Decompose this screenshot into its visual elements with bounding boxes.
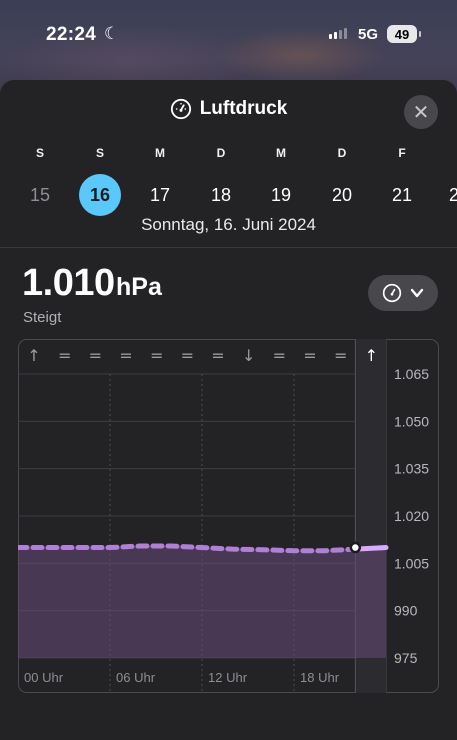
y-tick-label: 1.050	[394, 413, 429, 429]
trend-arrow: =	[150, 346, 163, 365]
day-letter: D	[216, 146, 226, 160]
pressure-trend: Steigt	[23, 309, 62, 326]
chart-mode-button[interactable]	[368, 275, 438, 311]
sheet-title: Luftdruck	[199, 98, 288, 119]
moon-icon: ☾	[104, 24, 120, 43]
day-letter: F	[398, 146, 406, 160]
network-label: 5G	[358, 26, 379, 43]
day-item[interactable]: F 21	[380, 146, 424, 216]
day-number: 17	[149, 185, 171, 205]
day-item[interactable]: M 17	[138, 146, 182, 216]
status-bar: 22:24 ☾ 5G 49	[0, 0, 457, 70]
pressure-value: 1.010	[22, 262, 115, 304]
pressure-chart[interactable]: 1.065 1.050 1.035 1.020 1.005 990 975 00 Uhr 06 …	[18, 339, 439, 693]
day-item[interactable]: S 16	[78, 146, 122, 216]
day-number: 20	[331, 185, 353, 205]
trend-arrow: =	[89, 346, 102, 365]
gauge-icon	[170, 98, 191, 120]
trend-arrow: =	[273, 346, 286, 365]
day-item[interactable]: M 19	[259, 146, 303, 216]
trend-arrow: =	[334, 346, 347, 365]
x-tick-label: 12 Uhr	[208, 670, 248, 685]
trend-arrow: =	[119, 346, 132, 365]
battery-indicator: 49	[387, 25, 421, 43]
x-tick-label: 00 Uhr	[24, 670, 64, 685]
day-item[interactable]: D 18	[199, 146, 243, 216]
y-tick-label: 1.035	[394, 461, 429, 477]
trend-arrow: =	[181, 346, 194, 365]
day-letter: M	[276, 146, 286, 160]
day-number: 21	[391, 185, 413, 205]
trend-arrow: ↑	[365, 346, 378, 365]
day-number: 16	[79, 174, 121, 216]
x-tick-label: 18 Uhr	[300, 670, 340, 685]
y-tick-label: 990	[394, 603, 418, 619]
trend-arrow: ↓	[242, 346, 255, 365]
trend-arrow: =	[211, 346, 224, 365]
day-item[interactable]: S 15	[18, 146, 62, 216]
x-tick-label: 06 Uhr	[116, 670, 156, 685]
signal-icon	[329, 28, 347, 39]
divider	[0, 247, 457, 248]
current-point	[349, 541, 362, 554]
day-letter: D	[337, 146, 347, 160]
day-letter	[432, 146, 457, 162]
day-letter: M	[155, 146, 165, 160]
selected-date-label: Sonntag, 16. Juni 2024	[141, 215, 316, 234]
trend-arrow: ↑	[27, 346, 40, 365]
close-button[interactable]: ✕	[404, 95, 438, 129]
day-number: 18	[210, 185, 232, 205]
y-tick-label: 1.065	[394, 366, 429, 382]
day-number: 19	[270, 185, 292, 205]
pressure-unit: hPa	[116, 273, 162, 301]
pressure-area	[18, 545, 386, 658]
day-number: 15	[29, 185, 51, 205]
status-time: 22:24	[46, 24, 97, 45]
chevron-down-icon	[410, 288, 424, 298]
day-letter: S	[95, 146, 104, 160]
gauge-icon	[382, 283, 402, 303]
sheet-header: Luftdruck	[0, 98, 457, 120]
day-item[interactable]: 2	[432, 146, 457, 216]
day-number: 2	[448, 185, 457, 205]
trend-arrow: =	[58, 346, 71, 365]
day-item[interactable]: D 20	[320, 146, 364, 216]
trend-arrow: =	[303, 346, 316, 365]
y-tick-label: 1.005	[394, 555, 429, 571]
y-tick-label: 975	[394, 650, 418, 666]
day-letter: S	[35, 146, 44, 160]
close-icon: ✕	[412, 101, 430, 124]
y-tick-label: 1.020	[394, 508, 429, 524]
weather-sheet: Luftdruck ✕ S 15 S 16 M 17 D 18 M 19 D 20 F 21 2 Sonnt…	[0, 80, 457, 740]
